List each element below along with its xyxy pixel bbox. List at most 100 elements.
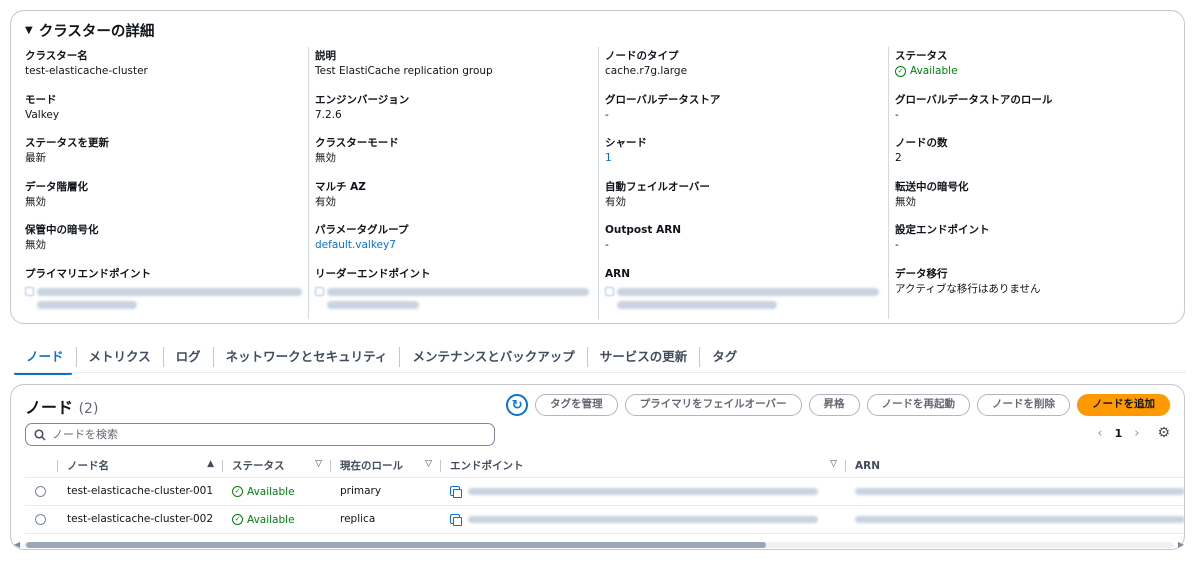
node-role: primary [330, 477, 440, 506]
sort-desc-icon[interactable]: ▽ [315, 459, 322, 469]
details-column-1: クラスター名 test-elasticache-cluster モード Valk… [11, 47, 302, 319]
row-select-radio[interactable] [35, 513, 46, 525]
column-header-role[interactable]: 現在のロール ▽ [330, 455, 440, 478]
chevron-left-icon[interactable]: ‹ [1097, 426, 1102, 441]
scroll-thumb[interactable] [26, 542, 766, 548]
shards-link[interactable]: 1 [605, 151, 647, 165]
page-number[interactable]: 1 [1115, 427, 1123, 440]
nodes-count: (2) [78, 401, 99, 417]
row-select-radio[interactable] [35, 485, 46, 497]
table-header-row: ノード名 ▲ ステータス ▽ 現在のロール ▽ エンドポイント ▽ ARN [25, 455, 1184, 478]
field-value: - [605, 239, 609, 251]
copy-icon[interactable] [25, 287, 34, 296]
field-label: 転送中の暗号化 [895, 181, 969, 193]
column-header-status[interactable]: ステータス ▽ [222, 455, 330, 478]
field-label: 説明 [315, 50, 336, 62]
field-configuration-endpoint: 設定エンドポイント - [895, 223, 990, 252]
field-cluster-mode: クラスターモード 無効 [315, 136, 399, 165]
nodes-table: ノード名 ▲ ステータス ▽ 現在のロール ▽ エンドポイント ▽ ARN test-e… [25, 455, 1184, 534]
field-data-tiering: データ階層化 無効 [25, 180, 88, 209]
field-value: 2 [895, 152, 902, 164]
nodes-panel: ノード (2) ↻ タグを管理 プライマリをフェイルオーバー 昇格 ノードを再起… [10, 384, 1185, 550]
tab-metrics[interactable]: メトリクス [77, 347, 164, 367]
field-node-count: ノードの数 2 [895, 136, 948, 165]
nodes-title: ノード [25, 398, 74, 417]
field-label: データ移行 [895, 268, 948, 280]
cluster-details-panel: ▼ クラスターの詳細 クラスター名 test-elasticache-clust… [10, 10, 1185, 324]
column-label: ノード名 [67, 460, 109, 473]
tab-network-security[interactable]: ネットワークとセキュリティ [214, 347, 401, 367]
gear-icon[interactable]: ⚙ [1157, 425, 1170, 441]
cluster-details-title: クラスターの詳細 [38, 24, 155, 40]
field-data-migration: データ移行 アクティブな移行はありません [895, 267, 1041, 296]
scroll-right-icon[interactable]: ▶ [1178, 540, 1184, 549]
promote-button[interactable]: 昇格 [808, 394, 860, 416]
status-text: Available [247, 485, 295, 498]
field-label: ステータスを更新 [25, 137, 109, 149]
column-label: ARN [855, 459, 880, 472]
field-label: プライマリエンドポイント [25, 268, 151, 280]
status-text: Available [247, 513, 295, 526]
field-label: Outpost ARN [605, 224, 682, 236]
tab-tags[interactable]: タグ [700, 347, 749, 367]
select-column-header [25, 455, 57, 478]
refresh-icon[interactable]: ↻ [506, 394, 529, 416]
field-value: - [895, 239, 899, 251]
field-label: グローバルデータストアのロール [895, 94, 1053, 106]
details-column-2: 説明 Test ElastiCache replication group エン… [308, 47, 598, 319]
column-header-arn[interactable]: ARN [845, 455, 1184, 478]
tab-nodes[interactable]: ノード [14, 347, 77, 375]
field-description: 説明 Test ElastiCache replication group [315, 49, 493, 78]
details-column-4: ステータス ✓ Available グローバルデータストアのロール - ノードの… [888, 47, 1178, 319]
field-label: ノードのタイプ [605, 50, 679, 62]
sort-asc-icon[interactable]: ▲ [207, 459, 214, 469]
field-global-datastore-role: グローバルデータストアのロール - [895, 93, 1052, 122]
field-label: グローバルデータストア [605, 94, 721, 106]
field-update-status: ステータスを更新 最新 [25, 136, 109, 165]
copy-icon[interactable] [605, 287, 614, 296]
scroll-left-icon[interactable]: ◀ [14, 540, 20, 549]
manage-tags-button[interactable]: タグを管理 [535, 394, 618, 416]
reboot-node-button[interactable]: ノードを再起動 [866, 394, 970, 416]
column-header-node-name[interactable]: ノード名 ▲ [57, 455, 222, 478]
field-value: 無効 [25, 196, 46, 208]
search-input[interactable] [52, 428, 472, 441]
field-label: ノードの数 [895, 137, 948, 149]
redacted-value [855, 487, 1184, 495]
tabs-divider [14, 372, 1186, 373]
field-label: データ階層化 [25, 181, 88, 193]
tab-logs[interactable]: ログ [164, 347, 214, 367]
chevron-right-icon[interactable]: › [1134, 426, 1139, 441]
copy-icon[interactable] [315, 287, 324, 296]
field-value: test-elasticache-cluster [25, 65, 148, 77]
status-badge: ✓ Available [232, 486, 295, 498]
failover-primary-button[interactable]: プライマリをフェイルオーバー [624, 394, 802, 416]
field-reader-endpoint: リーダーエンドポイント [315, 267, 589, 309]
column-label: 現在のロール [340, 460, 403, 473]
sort-desc-icon[interactable]: ▽ [830, 459, 837, 469]
field-label: マルチ AZ [315, 181, 366, 193]
copy-icon[interactable] [450, 486, 462, 498]
field-value: アクティブな移行はありません [895, 283, 1041, 295]
node-arn [845, 505, 1184, 534]
node-endpoint [440, 505, 845, 534]
field-label: ステータス [895, 50, 948, 62]
horizontal-scrollbar[interactable]: ◀ ▶ [14, 540, 1184, 550]
field-node-type: ノードのタイプ cache.r7g.large [605, 49, 687, 78]
tab-maintenance-backup[interactable]: メンテナンスとバックアップ [400, 347, 588, 367]
field-auto-failover: 自動フェイルオーバー 有効 [605, 180, 710, 209]
field-label: ARN [605, 268, 630, 280]
copy-icon[interactable] [450, 514, 462, 526]
search-icon [34, 428, 46, 441]
table-row[interactable]: test-elasticache-cluster-002 ✓ Available … [25, 505, 1184, 534]
tab-service-updates[interactable]: サービスの更新 [588, 347, 701, 367]
cluster-details-header[interactable]: ▼ クラスターの詳細 [25, 20, 154, 41]
parameter-group-link[interactable]: default.valkey7 [315, 238, 409, 252]
field-value: 最新 [25, 152, 46, 164]
delete-node-button[interactable]: ノードを削除 [977, 394, 1070, 416]
column-header-endpoint[interactable]: エンドポイント ▽ [440, 455, 845, 478]
add-node-button[interactable]: ノードを追加 [1077, 394, 1170, 416]
table-row[interactable]: test-elasticache-cluster-001 ✓ Available … [25, 477, 1184, 506]
sort-desc-icon[interactable]: ▽ [425, 459, 432, 469]
field-outpost-arn: Outpost ARN - [605, 223, 681, 252]
